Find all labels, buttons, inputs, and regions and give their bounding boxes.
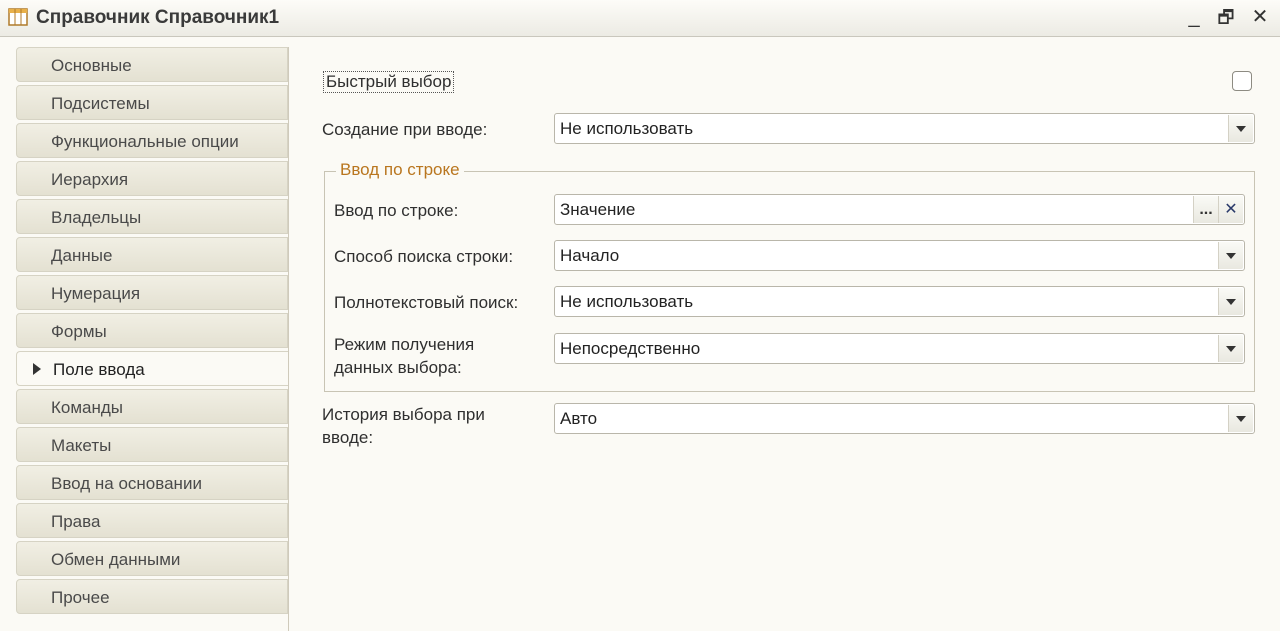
minimize-button[interactable]: _ xyxy=(1182,4,1206,30)
tab-numbering[interactable]: Нумерация xyxy=(16,275,288,310)
chevron-down-icon xyxy=(1226,346,1236,352)
choice-history-label-line1: История выбора при xyxy=(322,405,485,424)
chevron-down-icon xyxy=(1236,126,1246,132)
choice-data-mode-select[interactable]: Непосредственно xyxy=(554,333,1245,364)
catalog-window: Справочник Справочник1 _ 🗗 ✕ Основные По… xyxy=(0,0,1280,631)
create-on-input-select[interactable]: Не использовать xyxy=(554,113,1255,144)
input-by-string-label: Ввод по строке: xyxy=(334,201,459,220)
active-tab-arrow-icon xyxy=(33,363,41,375)
chevron-down-icon xyxy=(1226,299,1236,305)
choice-data-mode-label-line2: данных выбора: xyxy=(334,358,462,377)
search-mode-dropdown-button[interactable] xyxy=(1218,242,1243,269)
catalog-table-icon xyxy=(8,8,28,26)
input-by-string-group-title: Ввод по строке xyxy=(336,160,464,180)
window-title: Справочник Справочник1 xyxy=(36,7,280,28)
tab-subsystems[interactable]: Подсистемы xyxy=(16,85,288,120)
tab-commands[interactable]: Команды xyxy=(16,389,288,424)
tab-input-based-on[interactable]: Ввод на основании xyxy=(16,465,288,500)
title-bar: Справочник Справочник1 _ 🗗 ✕ xyxy=(0,0,1280,37)
fulltext-search-dropdown-button[interactable] xyxy=(1218,288,1243,315)
clear-button[interactable]: ✕ xyxy=(1218,196,1243,223)
quick-choice-checkbox[interactable] xyxy=(1232,71,1252,91)
choice-history-label-line2: вводе: xyxy=(322,428,374,447)
tab-other[interactable]: Прочее xyxy=(16,579,288,614)
choice-history-select[interactable]: Авто xyxy=(554,403,1255,434)
tab-hierarchy[interactable]: Иерархия xyxy=(16,161,288,196)
chevron-down-icon xyxy=(1236,416,1246,422)
fulltext-search-select[interactable]: Не использовать xyxy=(554,286,1245,317)
section-tabs: Основные Подсистемы Функциональные опции… xyxy=(16,47,289,617)
select-button[interactable]: ... xyxy=(1193,196,1218,223)
choice-data-mode-dropdown-button[interactable] xyxy=(1218,335,1243,362)
fulltext-search-label: Полнотекстовый поиск: xyxy=(334,293,519,312)
tabs-divider xyxy=(288,47,289,631)
tab-input-field[interactable]: Поле ввода xyxy=(16,351,289,386)
choice-history-dropdown-button[interactable] xyxy=(1228,405,1253,432)
tab-basic[interactable]: Основные xyxy=(16,47,288,82)
restore-button[interactable]: 🗗 xyxy=(1214,4,1238,30)
choice-data-mode-label-line1: Режим получения xyxy=(334,335,475,354)
quick-choice-label: Быстрый выбор xyxy=(323,71,455,93)
create-on-input-dropdown-button[interactable] xyxy=(1228,115,1253,142)
tab-templates[interactable]: Макеты xyxy=(16,427,288,462)
tab-forms[interactable]: Формы xyxy=(16,313,288,348)
create-on-input-label: Создание при вводе: xyxy=(322,120,488,139)
chevron-down-icon xyxy=(1226,253,1236,259)
tab-data-exchange[interactable]: Обмен данными xyxy=(16,541,288,576)
tab-functional-options[interactable]: Функциональные опции xyxy=(16,123,288,158)
close-button[interactable]: ✕ xyxy=(1248,4,1272,30)
search-mode-label: Способ поиска строки: xyxy=(334,247,514,266)
tab-data[interactable]: Данные xyxy=(16,237,288,272)
tab-rights[interactable]: Права xyxy=(16,503,288,538)
input-by-string-field[interactable]: Значение ... ✕ xyxy=(554,194,1245,225)
search-mode-select[interactable]: Начало xyxy=(554,240,1245,271)
tab-owners[interactable]: Владельцы xyxy=(16,199,288,234)
